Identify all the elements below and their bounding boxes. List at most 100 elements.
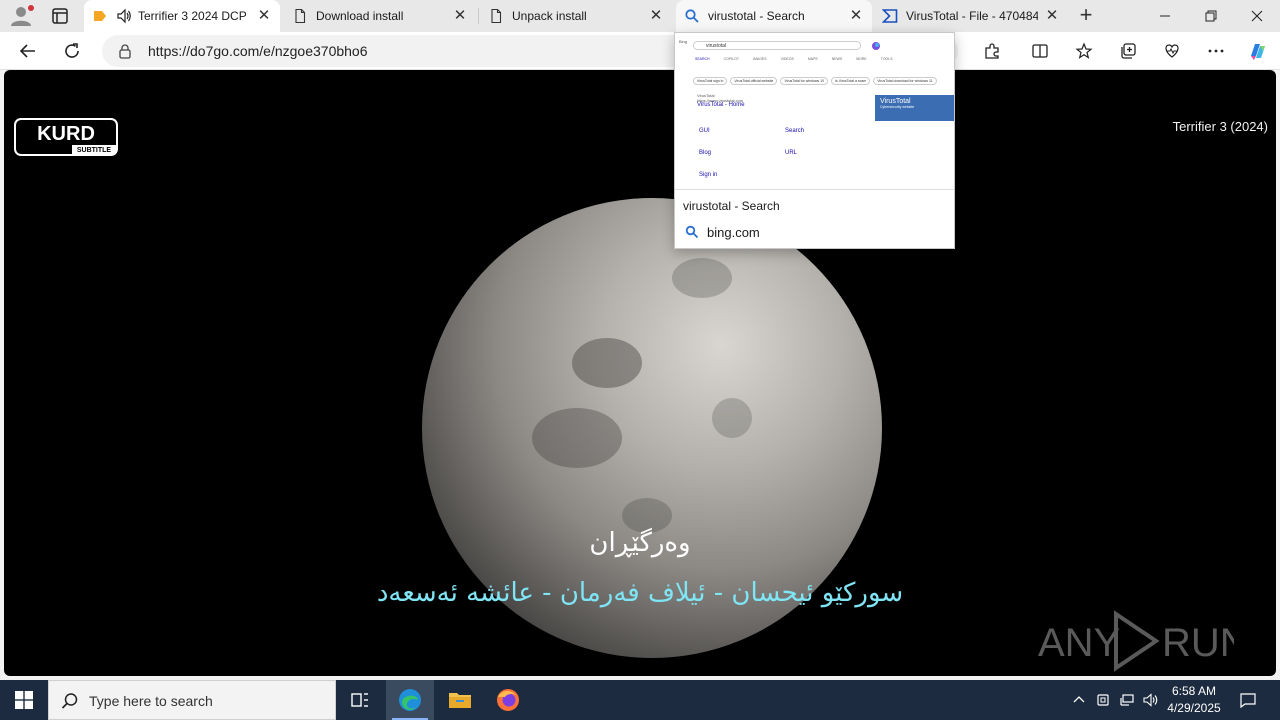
close-tab-icon[interactable]: ✕ [256, 8, 272, 24]
thumb-search-box: virustotal [693, 41, 861, 50]
orange-site-icon [92, 8, 108, 24]
collections-button[interactable] [1114, 37, 1142, 65]
tab-separator [478, 8, 479, 24]
restore-button[interactable] [1188, 0, 1234, 32]
tab-download-install[interactable]: Download install ✕ [284, 0, 476, 32]
browser-toolbar: https://do7go.com/e/nzgoe370bho6 [0, 32, 1280, 70]
close-tab-icon[interactable]: ✕ [648, 8, 664, 24]
thumb-nav-item: NEWS [831, 57, 843, 61]
taskbar-firefox[interactable] [484, 680, 532, 720]
search-icon [684, 8, 700, 24]
video-player[interactable]: KURD SUBTITLE Terrifier 3 (2024) وەرگێڕا… [4, 70, 1276, 676]
thumb-nav-item: IMAGES [752, 57, 767, 61]
thumb-result-title: VirusTotal - Home [697, 102, 745, 108]
extensions-button[interactable] [978, 37, 1006, 65]
thumb-panel-subtitle: Cybersecurity website [880, 105, 915, 109]
heart-pulse-icon [1165, 44, 1179, 58]
tab-virustotal-search[interactable]: virustotal - Search ✕ [676, 0, 872, 32]
thumb-sublink: URL [785, 150, 798, 156]
start-button[interactable] [0, 680, 48, 720]
clock-date: 4/29/2025 [1167, 701, 1221, 715]
page-icon [292, 8, 308, 24]
new-tab-button[interactable]: + [1074, 4, 1098, 28]
thumb-chip: Is VirusTotal a scam [831, 77, 871, 85]
svg-text:SUBTITLE: SUBTITLE [77, 147, 112, 154]
lock-icon[interactable] [118, 43, 132, 64]
settings-more-button[interactable] [1202, 37, 1230, 65]
bing-logo: Bing [679, 39, 688, 44]
taskbar-edge[interactable] [386, 680, 434, 720]
split-screen-button[interactable] [1026, 37, 1054, 65]
notifications-button[interactable] [1234, 680, 1262, 720]
thumb-nav-item: COPILOT [723, 57, 739, 61]
svg-text:RUN: RUN [1162, 621, 1234, 665]
profile-avatar[interactable] [8, 4, 36, 28]
windows-taskbar: Type here to search 6:58 AM 4/29/2025 [0, 680, 1280, 720]
kurd-subtitle-logo: KURD SUBTITLE [14, 118, 118, 156]
thumb-chip: VirusTotal for windows 10 [780, 77, 829, 85]
close-window-button[interactable] [1234, 0, 1280, 32]
refresh-button[interactable] [58, 37, 86, 65]
svg-text:ANY: ANY [1038, 621, 1120, 665]
tab-title: Download install [316, 9, 404, 23]
thumb-query: virustotal [706, 43, 727, 49]
thumb-sublink: Search [785, 128, 805, 134]
tray-device[interactable] [1092, 680, 1114, 720]
tray-network[interactable] [1116, 680, 1138, 720]
tab-title: VirusTotal - File - 470484 [906, 9, 1038, 23]
tab-actions-icon [52, 8, 68, 24]
clock-time: 6:58 AM [1171, 684, 1217, 698]
thumb-knowledge-panel: VirusTotal Cybersecurity website [875, 95, 954, 121]
edge-icon [399, 689, 421, 711]
profile-icon [11, 5, 34, 26]
close-tab-icon[interactable]: ✕ [1044, 8, 1060, 24]
favorites-button[interactable] [1070, 37, 1098, 65]
preview-host: bing.com [707, 225, 760, 240]
thumb-sublink: Sign in [699, 172, 718, 178]
thumb-nav-item: VIDEOS [780, 57, 794, 61]
tab-title: virustotal - Search [708, 9, 805, 23]
search-placeholder: Type here to search [89, 693, 213, 709]
search-icon [61, 692, 79, 715]
show-hidden-icons-button[interactable] [1068, 680, 1090, 720]
split-screen-icon [1032, 44, 1048, 58]
thumb-result: VirusTotal https://www.virustotal.com Vi… [697, 93, 745, 108]
page-icon [488, 8, 504, 24]
speaker-icon[interactable] [116, 8, 132, 24]
thumb-nav: SEARCH COPILOT IMAGES VIDEOS MAPS NEWS M… [695, 57, 893, 61]
url-text[interactable]: https://do7go.com/e/nzgoe370bho6 [148, 43, 368, 59]
movie-title: Terrifier 3 (2024) [1172, 119, 1268, 134]
task-view-button[interactable] [336, 680, 384, 720]
tab-hover-preview[interactable]: Bing virustotal SEARCH COPILOT IMAGES VI… [674, 32, 955, 249]
taskbar-search[interactable]: Type here to search [48, 680, 336, 720]
device-icon [1097, 694, 1109, 706]
back-button[interactable] [14, 37, 42, 65]
tab-actions-button[interactable] [44, 4, 74, 28]
taskbar-clock[interactable]: 6:58 AM 4/29/2025 [1158, 683, 1230, 717]
refresh-icon [65, 43, 79, 58]
tab-unpack-install[interactable]: Unpack install ✕ [480, 0, 672, 32]
folder-icon [449, 693, 471, 708]
taskbar-file-explorer[interactable] [436, 680, 484, 720]
chevron-up-icon [1073, 696, 1085, 703]
minimize-button[interactable] [1142, 0, 1188, 32]
close-tab-icon[interactable]: ✕ [452, 8, 468, 24]
tab-title: Terrifier 3 2024 DCP [138, 9, 247, 23]
close-icon [1251, 10, 1263, 22]
copilot-icon [872, 42, 880, 50]
subtitle-line-2: سورکێو ئیحسان - ئیلاف فەرمان - عائشە ئەس… [376, 578, 904, 608]
svg-text:KURD: KURD [37, 123, 95, 145]
browser-essentials-button[interactable] [1158, 37, 1186, 65]
copilot-button[interactable] [1244, 37, 1272, 65]
thumb-panel-title: VirusTotal [880, 98, 911, 105]
search-icon [685, 225, 699, 244]
tab-virustotal-file[interactable]: VirusTotal - File - 470484 ✕ [874, 0, 1068, 32]
tab-terrifier[interactable]: Terrifier 3 2024 DCP ✕ [84, 0, 280, 32]
preview-thumbnail: Bing virustotal SEARCH COPILOT IMAGES VI… [675, 33, 954, 190]
thumb-chip: VirusTotal sign in [693, 77, 728, 85]
more-dots-icon [1208, 49, 1224, 53]
thumb-nav-item: SEARCH [695, 57, 710, 61]
thumb-nav-item: TOOLS [880, 57, 893, 61]
collections-icon [1121, 43, 1136, 59]
close-tab-icon[interactable]: ✕ [848, 8, 864, 24]
